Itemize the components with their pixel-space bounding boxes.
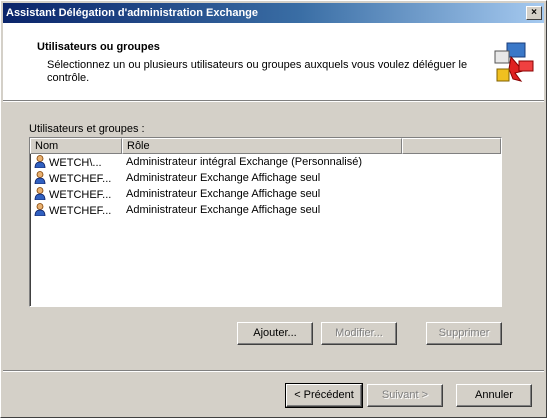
- window-title: Assistant Délégation d'administration Ex…: [6, 7, 259, 19]
- next-button[interactable]: Suivant >: [367, 384, 443, 407]
- header-separator: [3, 101, 544, 102]
- list-item-role: Administrateur Exchange Affichage seul: [126, 172, 321, 184]
- list-item-name-cell: WETCHEF...: [30, 203, 122, 217]
- list-item-name: WETCHEF...: [49, 173, 112, 185]
- list-item-name: WETCHEF...: [49, 205, 112, 217]
- wizard-window: Assistant Délégation d'administration Ex…: [0, 0, 547, 418]
- list-item-name-cell: WETCHEF...: [30, 171, 122, 185]
- remove-button[interactable]: Supprimer: [426, 322, 502, 345]
- delegation-wizard-icon: [494, 42, 534, 82]
- cancel-button[interactable]: Annuler: [456, 384, 532, 407]
- user-icon: [34, 155, 46, 168]
- list-item[interactable]: WETCHEF... Administrateur Exchange Affich…: [30, 186, 501, 202]
- user-icon: [34, 171, 46, 184]
- list-item[interactable]: WETCHEF... Administrateur Exchange Affich…: [30, 170, 501, 186]
- list-item-name-cell: WETCH\...: [30, 155, 122, 169]
- page-title: Utilisateurs ou groupes: [37, 41, 160, 53]
- user-icon: [34, 187, 46, 200]
- list-item-name: WETCHEF...: [49, 189, 112, 201]
- footer-separator-highlight: [3, 371, 544, 372]
- title-bar: Assistant Délégation d'administration Ex…: [3, 3, 544, 23]
- edit-button[interactable]: Modifier...: [321, 322, 397, 345]
- wizard-header: Utilisateurs ou groupes Sélectionnez un …: [3, 23, 544, 101]
- users-groups-label: Utilisateurs et groupes :: [29, 123, 145, 135]
- users-groups-list[interactable]: Nom Rôle WETCH\... Administrateur intégra…: [29, 137, 502, 307]
- list-item-role: Administrateur intégral Exchange (Person…: [126, 156, 363, 168]
- list-header: Nom Rôle: [30, 138, 501, 154]
- column-header-role[interactable]: Rôle: [122, 138, 402, 154]
- back-button[interactable]: < Précédent: [285, 383, 363, 408]
- list-item-role: Administrateur Exchange Affichage seul: [126, 204, 321, 216]
- list-item-name: WETCH\...: [49, 157, 102, 169]
- add-button[interactable]: Ajouter...: [237, 322, 313, 345]
- list-item[interactable]: WETCH\... Administrateur intégral Exchang…: [30, 154, 501, 170]
- list-item-name-cell: WETCHEF...: [30, 187, 122, 201]
- list-item-role: Administrateur Exchange Affichage seul: [126, 188, 321, 200]
- page-description: Sélectionnez un ou plusieurs utilisateur…: [47, 59, 468, 84]
- column-header-filler: [402, 138, 501, 154]
- column-header-name[interactable]: Nom: [30, 138, 122, 154]
- close-button[interactable]: ×: [526, 6, 542, 20]
- user-icon: [34, 203, 46, 216]
- list-item[interactable]: WETCHEF... Administrateur Exchange Affich…: [30, 202, 501, 218]
